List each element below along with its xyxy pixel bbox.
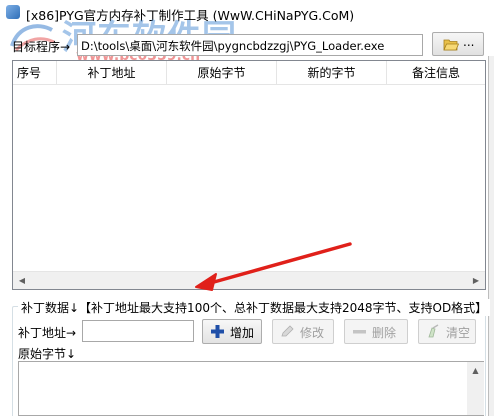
folder-open-icon [443, 39, 459, 51]
patch-list-header: 序号 补丁地址 原始字节 新的字节 备注信息 [13, 61, 485, 85]
scroll-up-icon[interactable]: ▲ [467, 362, 484, 379]
clear-button[interactable]: 清空 [418, 319, 476, 344]
column-header-original-bytes[interactable]: 原始字节 [167, 61, 277, 85]
edit-button[interactable]: 修改 [272, 319, 334, 344]
target-program-label: 目标程序→ [12, 40, 71, 54]
column-header-address[interactable]: 补丁地址 [57, 61, 167, 85]
original-bytes-textarea[interactable] [18, 361, 484, 416]
horizontal-scrollbar[interactable]: ◀ ▶ [13, 271, 485, 289]
delete-button-label: 删除 [372, 326, 397, 340]
add-button-label: 增加 [230, 326, 255, 340]
patch-data-group-title: 补丁数据↓【补丁地址最大支持100个、总补丁数据最大支持2048字节、支持OD格… [18, 299, 491, 316]
add-button[interactable]: 增加 [202, 319, 262, 344]
clear-button-label: 清空 [446, 326, 471, 340]
column-header-index[interactable]: 序号 [13, 61, 57, 85]
column-header-new-bytes[interactable]: 新的字节 [277, 61, 387, 85]
scroll-left-icon[interactable]: ◀ [13, 272, 31, 289]
original-bytes-label: 原始字节↓ [18, 347, 77, 361]
column-header-notes[interactable]: 备注信息 [387, 61, 485, 85]
browse-button-label: ... [463, 35, 475, 49]
patch-list[interactable]: 序号 补丁地址 原始字节 新的字节 备注信息 ◀ ▶ [12, 60, 486, 290]
app-icon [6, 5, 20, 19]
plus-icon [211, 325, 224, 338]
edit-button-label: 修改 [300, 326, 325, 340]
minus-icon [353, 330, 366, 334]
target-path-field[interactable]: D:\tools\桌面\河东软件园\pygncbdzzgj\PYG_Loader… [77, 34, 423, 56]
edit-icon [281, 325, 294, 337]
window-right-edge [488, 56, 494, 416]
patch-address-label: 补丁地址→ [18, 326, 77, 340]
patch-address-input[interactable] [82, 320, 194, 342]
original-bytes-scrollbar[interactable]: ▲ [467, 362, 484, 415]
scroll-right-icon[interactable]: ▶ [467, 272, 485, 289]
clear-icon [428, 324, 439, 338]
browse-button[interactable]: ... [432, 32, 484, 56]
delete-button[interactable]: 删除 [344, 319, 408, 344]
